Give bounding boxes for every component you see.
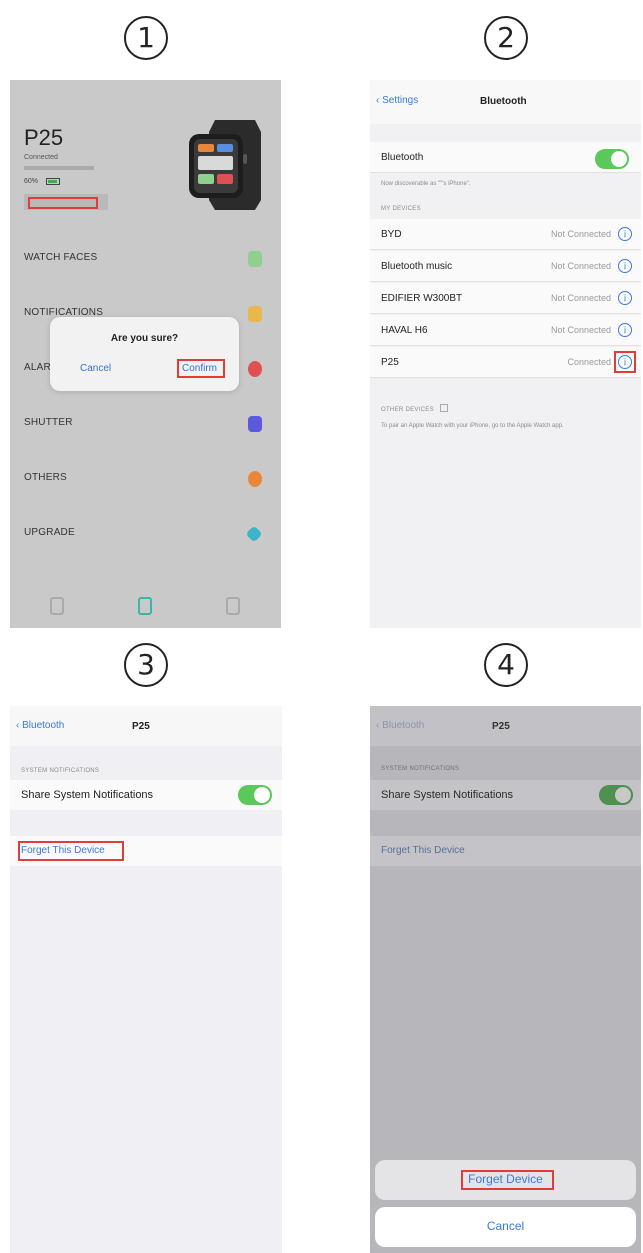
step-number-1: 1 [124,16,168,60]
discoverable-text: Now discoverable as ""'s iPhone". [381,181,471,187]
menu-item-upgrade[interactable]: UPGRADE [10,521,281,547]
device-row[interactable]: P25 Connected i [370,347,641,378]
other-devices-label: OTHER DEVICES [381,407,434,413]
other-devices-header: OTHER DEVICES [381,404,448,413]
section-header: SYSTEM NOTIFICATIONS [21,768,100,774]
device-name: EDIFIER W300BT [381,293,463,304]
upgrade-icon [245,525,263,543]
forget-device-row[interactable]: Forget This Device [10,836,282,866]
watch-faces-icon [248,251,262,267]
forget-device-row[interactable]: Forget This Device [370,836,641,866]
info-icon[interactable]: i [618,259,632,273]
alarm-icon [248,361,262,377]
nav-bar: ‹ Bluetooth P25 [370,706,641,746]
cancel-label: Cancel [486,1219,525,1233]
tab-clipboard-icon[interactable] [50,597,64,615]
menu-item-shutter[interactable]: SHUTTER [10,411,281,437]
menu-item-others[interactable]: OTHERS [10,466,281,492]
dialog-title: Are you sure? [110,333,179,344]
nav-bar: ‹ Settings Bluetooth [370,80,641,124]
device-name: BYD [381,229,402,240]
share-notifications-toggle[interactable] [238,785,272,805]
back-label: Settings [382,95,419,106]
smartwatch-image [189,120,261,210]
device-status: Not Connected [550,229,611,239]
tab-profile-icon[interactable] [226,597,240,615]
bluetooth-toggle[interactable] [595,149,629,169]
back-button[interactable]: ‹ Settings [376,95,418,106]
device-name: P25 [381,357,399,368]
pairing-text: To pair an Apple Watch with your iPhone,… [381,423,564,429]
share-notifications-row: Share System Notifications [370,780,641,810]
menu-item-watch-faces[interactable]: WATCH FACES [10,246,281,272]
confirm-dialog: Are you sure? Cancel Confirm [50,317,239,391]
menu-label: SHUTTER [24,417,73,428]
highlight-box [614,351,636,373]
my-devices-header: MY DEVICES [381,206,421,212]
menu-label: OTHERS [24,472,67,483]
battery-level: 60% [24,178,39,185]
gear-icon [248,471,262,487]
back-label: Bluetooth [22,720,65,731]
share-notifications-toggle[interactable] [599,785,633,805]
bluetooth-toggle-row: Bluetooth [370,142,641,173]
device-row[interactable]: HAVAL H6 Not Connected i [370,315,641,346]
connection-status: Connected [24,154,58,161]
device-status: Connected [567,357,611,367]
section-header: SYSTEM NOTIFICATIONS [381,766,460,772]
step-number-3: 3 [124,643,168,687]
panel-bluetooth-settings: ‹ Settings Bluetooth Bluetooth Now disco… [370,80,641,628]
share-notifications-label: Share System Notifications [21,789,154,801]
step-number-4: 4 [484,643,528,687]
device-status: Not Connected [550,293,611,303]
device-name: Bluetooth music [381,261,453,272]
tab-bar [10,585,281,628]
forget-device-button[interactable]: Forget Device [375,1160,636,1200]
nav-bar: ‹ Bluetooth P25 [10,706,282,746]
camera-icon [248,416,262,432]
highlight-box [18,841,124,861]
menu-label: UPGRADE [24,527,75,538]
back-button[interactable]: ‹ Bluetooth [16,720,64,731]
notifications-icon [248,306,262,322]
device-row[interactable]: BYD Not Connected i [370,219,641,250]
device-name: P25 [24,125,64,150]
bluetooth-label: Bluetooth [381,152,424,163]
cancel-button[interactable]: Cancel [375,1207,636,1247]
tab-watch-icon[interactable] [138,597,152,615]
forget-device-link[interactable]: Forget This Device [381,845,465,856]
info-icon[interactable]: i [618,227,632,241]
back-label: Bluetooth [382,720,425,731]
menu-label: WATCH FACES [24,252,98,263]
highlight-box [177,359,225,378]
device-row[interactable]: Bluetooth music Not Connected i [370,251,641,282]
dialog-cancel-button[interactable]: Cancel [80,363,111,374]
loading-spinner-icon [439,404,448,412]
share-notifications-row: Share System Notifications [10,780,282,810]
page-title: P25 [492,721,510,732]
step-number-2: 2 [484,16,528,60]
battery-icon [46,178,60,185]
share-notifications-label: Share System Notifications [381,789,514,801]
page-title: P25 [132,721,150,732]
info-icon[interactable]: i [618,291,632,305]
device-name: HAVAL H6 [381,325,428,336]
highlight-box [28,197,98,209]
highlight-box [461,1170,554,1190]
panel-device-detail: ‹ Bluetooth P25 SYSTEM NOTIFICATIONS Sha… [10,706,282,1253]
device-status: Not Connected [550,261,611,271]
back-button[interactable]: ‹ Bluetooth [376,720,424,731]
device-status: Not Connected [550,325,611,335]
panel-watch-app: P25 Connected 60% WATCH FACES NOTIFICATI… [10,80,281,628]
device-row[interactable]: EDIFIER W300BT Not Connected i [370,283,641,314]
page-title: Bluetooth [480,96,527,107]
device-address-placeholder [24,166,94,170]
info-icon[interactable]: i [618,323,632,337]
panel-forget-confirm: ‹ Bluetooth P25 SYSTEM NOTIFICATIONS Sha… [370,706,641,1253]
